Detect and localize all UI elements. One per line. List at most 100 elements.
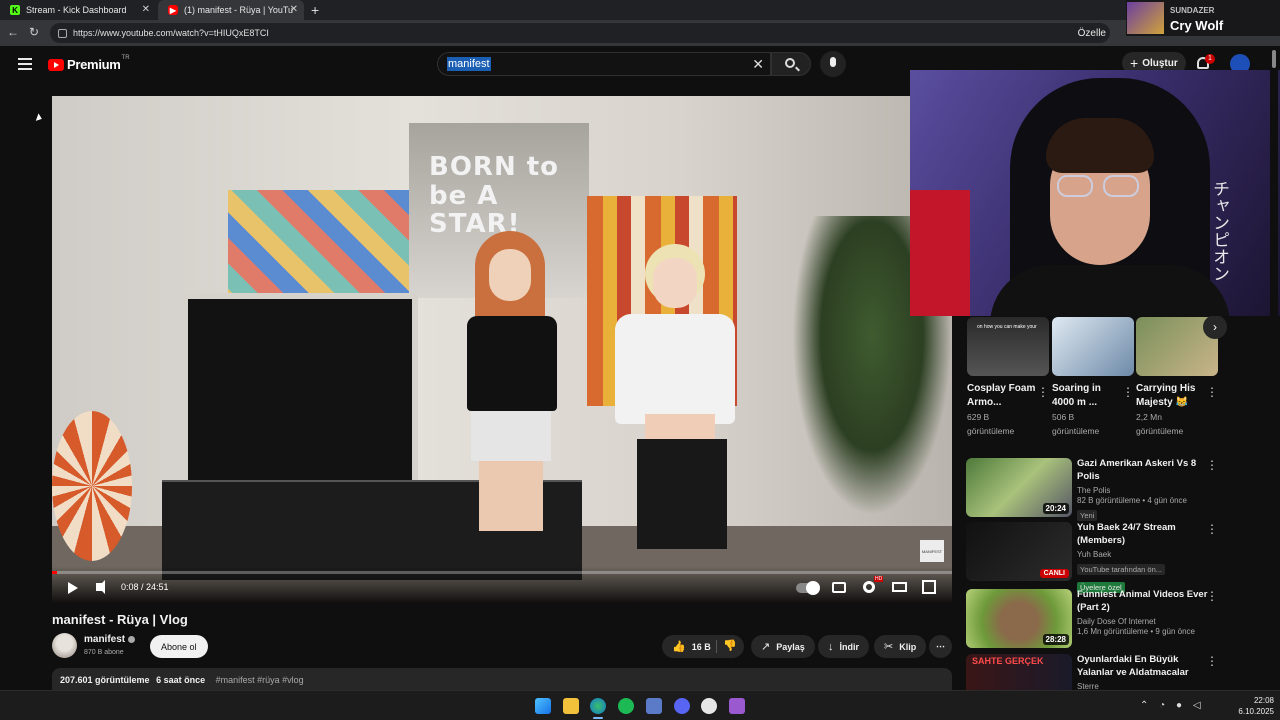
reload-icon[interactable]: ↻ xyxy=(29,25,39,39)
channel-watermark[interactable]: MANIFEST xyxy=(920,540,944,562)
close-tab-icon[interactable]: ✕ xyxy=(142,4,150,15)
more-vert-icon[interactable]: ⋮ xyxy=(1037,385,1049,399)
search-button[interactable] xyxy=(771,52,811,76)
rec-channel[interactable]: The Polis xyxy=(1077,486,1211,495)
like-button[interactable]: 👍 16 B 👎 xyxy=(662,635,744,658)
discord-icon[interactable] xyxy=(674,698,690,714)
app-icon[interactable] xyxy=(646,698,662,714)
recommended-video[interactable]: CANLI Yuh Baek 24/7 Stream (Members) Yuh… xyxy=(966,522,1226,593)
short-item[interactable]: on how you can make your Cosplay Foam Ar… xyxy=(967,317,1049,438)
short-thumbnail[interactable]: on how you can make your xyxy=(967,317,1049,376)
settings-gear-icon[interactable] xyxy=(863,581,875,593)
more-vert-icon[interactable]: ⋮ xyxy=(1206,522,1218,536)
more-vert-icon[interactable]: ⋮ xyxy=(1206,458,1218,472)
chevron-up-icon[interactable]: ⌃ xyxy=(1140,700,1148,711)
video-player[interactable]: BORN to be A STAR! MANIFEST 0:08 / 24:51… xyxy=(52,96,952,603)
tab-kick-dashboard[interactable]: K Stream - Kick Dashboard ✕ xyxy=(0,0,156,20)
channel-name[interactable]: manifest xyxy=(84,634,125,645)
system-clock[interactable]: 22:08 6.10.2025 xyxy=(1234,695,1274,717)
site-info-icon[interactable] xyxy=(58,28,67,38)
rec-channel[interactable]: Yuh Baek xyxy=(1077,550,1211,559)
obs-icon[interactable] xyxy=(729,698,745,714)
speaker-icon[interactable]: ◁ xyxy=(1193,700,1201,711)
edge-browser-icon[interactable] xyxy=(590,698,606,714)
thumbs-down-icon[interactable]: 👎 xyxy=(723,639,737,652)
taskbar: ⌃ ◔ ● ◁ 22:08 6.10.2025 xyxy=(0,690,1280,720)
short-title: Cosplay Foam Armo... xyxy=(967,383,1036,408)
video-thumbnail[interactable]: 28:28 xyxy=(966,589,1072,648)
download-icon: ↓ xyxy=(828,640,834,653)
recommended-video[interactable]: 28:28 Funniest Animal Videos Ever (Part … xyxy=(966,589,1226,649)
more-vert-icon[interactable]: ⋮ xyxy=(1122,385,1134,399)
back-icon[interactable]: ← xyxy=(7,25,19,39)
clear-search-icon[interactable]: ✕ xyxy=(752,56,764,73)
theater-mode-icon[interactable] xyxy=(892,582,907,592)
short-item[interactable]: Soaring in 4000 m ... 506 B görüntüleme … xyxy=(1052,317,1134,438)
share-button[interactable]: ↗ Paylaş xyxy=(751,635,815,658)
file-explorer-icon[interactable] xyxy=(563,698,579,714)
clip-button[interactable]: ✂ Klip xyxy=(874,635,927,658)
browser-tabstrip: K Stream - Kick Dashboard ✕ ▶ (1) manife… xyxy=(0,0,1280,20)
streamer-badge: SUNDAZER Cry Wolf xyxy=(1126,0,1280,36)
tab-label: (1) manifest - Rüya | YouTu xyxy=(184,5,294,15)
address-bar-row: ← ↻ https://www.youtube.com/watch?v=tHIU… xyxy=(0,20,1280,46)
url-field[interactable]: https://www.youtube.com/watch?v=tHIUQxE8… xyxy=(50,23,1110,43)
rec-channel[interactable]: Sterre xyxy=(1077,682,1211,690)
short-views: 506 B xyxy=(1052,412,1075,422)
short-thumbnail[interactable] xyxy=(1052,317,1134,376)
tab-youtube[interactable]: ▶ (1) manifest - Rüya | YouTu ✕ xyxy=(158,0,304,20)
new-badge: Yeni xyxy=(1077,509,1098,521)
video-thumbnail[interactable]: SAHTE GERÇEK xyxy=(966,654,1072,690)
chevron-right-icon[interactable]: › xyxy=(1203,315,1227,339)
close-tab-icon[interactable]: ✕ xyxy=(290,4,298,15)
search-input[interactable]: manifest ✕ xyxy=(437,52,771,76)
subtitles-icon[interactable] xyxy=(832,582,846,593)
time-display: 0:08 / 24:51 xyxy=(121,582,169,592)
volume-icon[interactable] xyxy=(96,580,105,594)
rec-channel[interactable]: Daily Dose Of Internet xyxy=(1077,617,1211,626)
recommended-video[interactable]: SAHTE GERÇEK Oyunlardaki En Büyük Yalanl… xyxy=(966,654,1226,690)
video-thumbnail[interactable]: CANLI xyxy=(966,522,1072,581)
thumb-caption: SAHTE GERÇEK xyxy=(972,656,1044,666)
webcam-overlay: チャンピオン xyxy=(910,70,1280,316)
network-icon[interactable]: ◔ xyxy=(1159,700,1165,711)
spotify-icon[interactable] xyxy=(618,698,634,714)
subscribe-button[interactable]: Abone ol xyxy=(150,635,208,658)
progress-bar[interactable] xyxy=(52,571,952,574)
new-tab-button[interactable]: + xyxy=(311,2,319,18)
more-icon: ⋯ xyxy=(936,641,945,651)
mic-icon[interactable]: ● xyxy=(1176,700,1182,711)
rec-meta: 82 B görüntüleme • 4 gün önce xyxy=(1077,495,1187,505)
voice-search-button[interactable] xyxy=(820,51,846,77)
menu-icon[interactable] xyxy=(18,58,32,70)
autoplay-toggle[interactable] xyxy=(796,581,820,595)
customize-button[interactable]: Özelle xyxy=(1078,28,1106,39)
person-blonde xyxy=(597,244,747,549)
search-query: manifest xyxy=(447,57,491,71)
notification-badge: 1 xyxy=(1205,54,1215,64)
recommended-video[interactable]: 20:24 Gazi Amerikan Askeri Vs 8 Polis Th… xyxy=(966,458,1226,521)
more-vert-icon[interactable]: ⋮ xyxy=(1206,385,1218,399)
download-button[interactable]: ↓ İndir xyxy=(818,635,869,658)
thumbs-up-icon: 👍 xyxy=(672,641,686,653)
windows-start-icon[interactable] xyxy=(535,698,551,714)
streamer-label: SUNDAZER xyxy=(1170,6,1215,15)
hashtags[interactable]: #manifest #rüya #vlog xyxy=(216,675,304,685)
short-views-label: görüntüleme xyxy=(1136,426,1184,437)
more-actions-button[interactable]: ⋯ xyxy=(929,635,952,658)
channel-avatar[interactable] xyxy=(52,633,77,658)
search-icon xyxy=(785,58,795,68)
sign-text: BORN to be A STAR! xyxy=(429,152,560,240)
more-vert-icon[interactable]: ⋮ xyxy=(1206,654,1218,668)
video-thumbnail[interactable]: 20:24 xyxy=(966,458,1072,517)
youtube-logo[interactable]: Premium TR xyxy=(48,55,130,72)
video-title: manifest - Rüya | Vlog xyxy=(52,612,188,627)
short-views-label: görüntüleme xyxy=(967,426,1015,437)
more-vert-icon[interactable]: ⋮ xyxy=(1206,589,1218,603)
short-views: 2,2 Mn xyxy=(1136,412,1162,422)
app-icon[interactable] xyxy=(701,698,717,714)
screen: K Stream - Kick Dashboard ✕ ▶ (1) manife… xyxy=(0,0,1280,720)
page-scrollbar[interactable] xyxy=(1270,46,1278,690)
fullscreen-icon[interactable] xyxy=(922,580,936,594)
play-icon[interactable] xyxy=(68,582,78,594)
